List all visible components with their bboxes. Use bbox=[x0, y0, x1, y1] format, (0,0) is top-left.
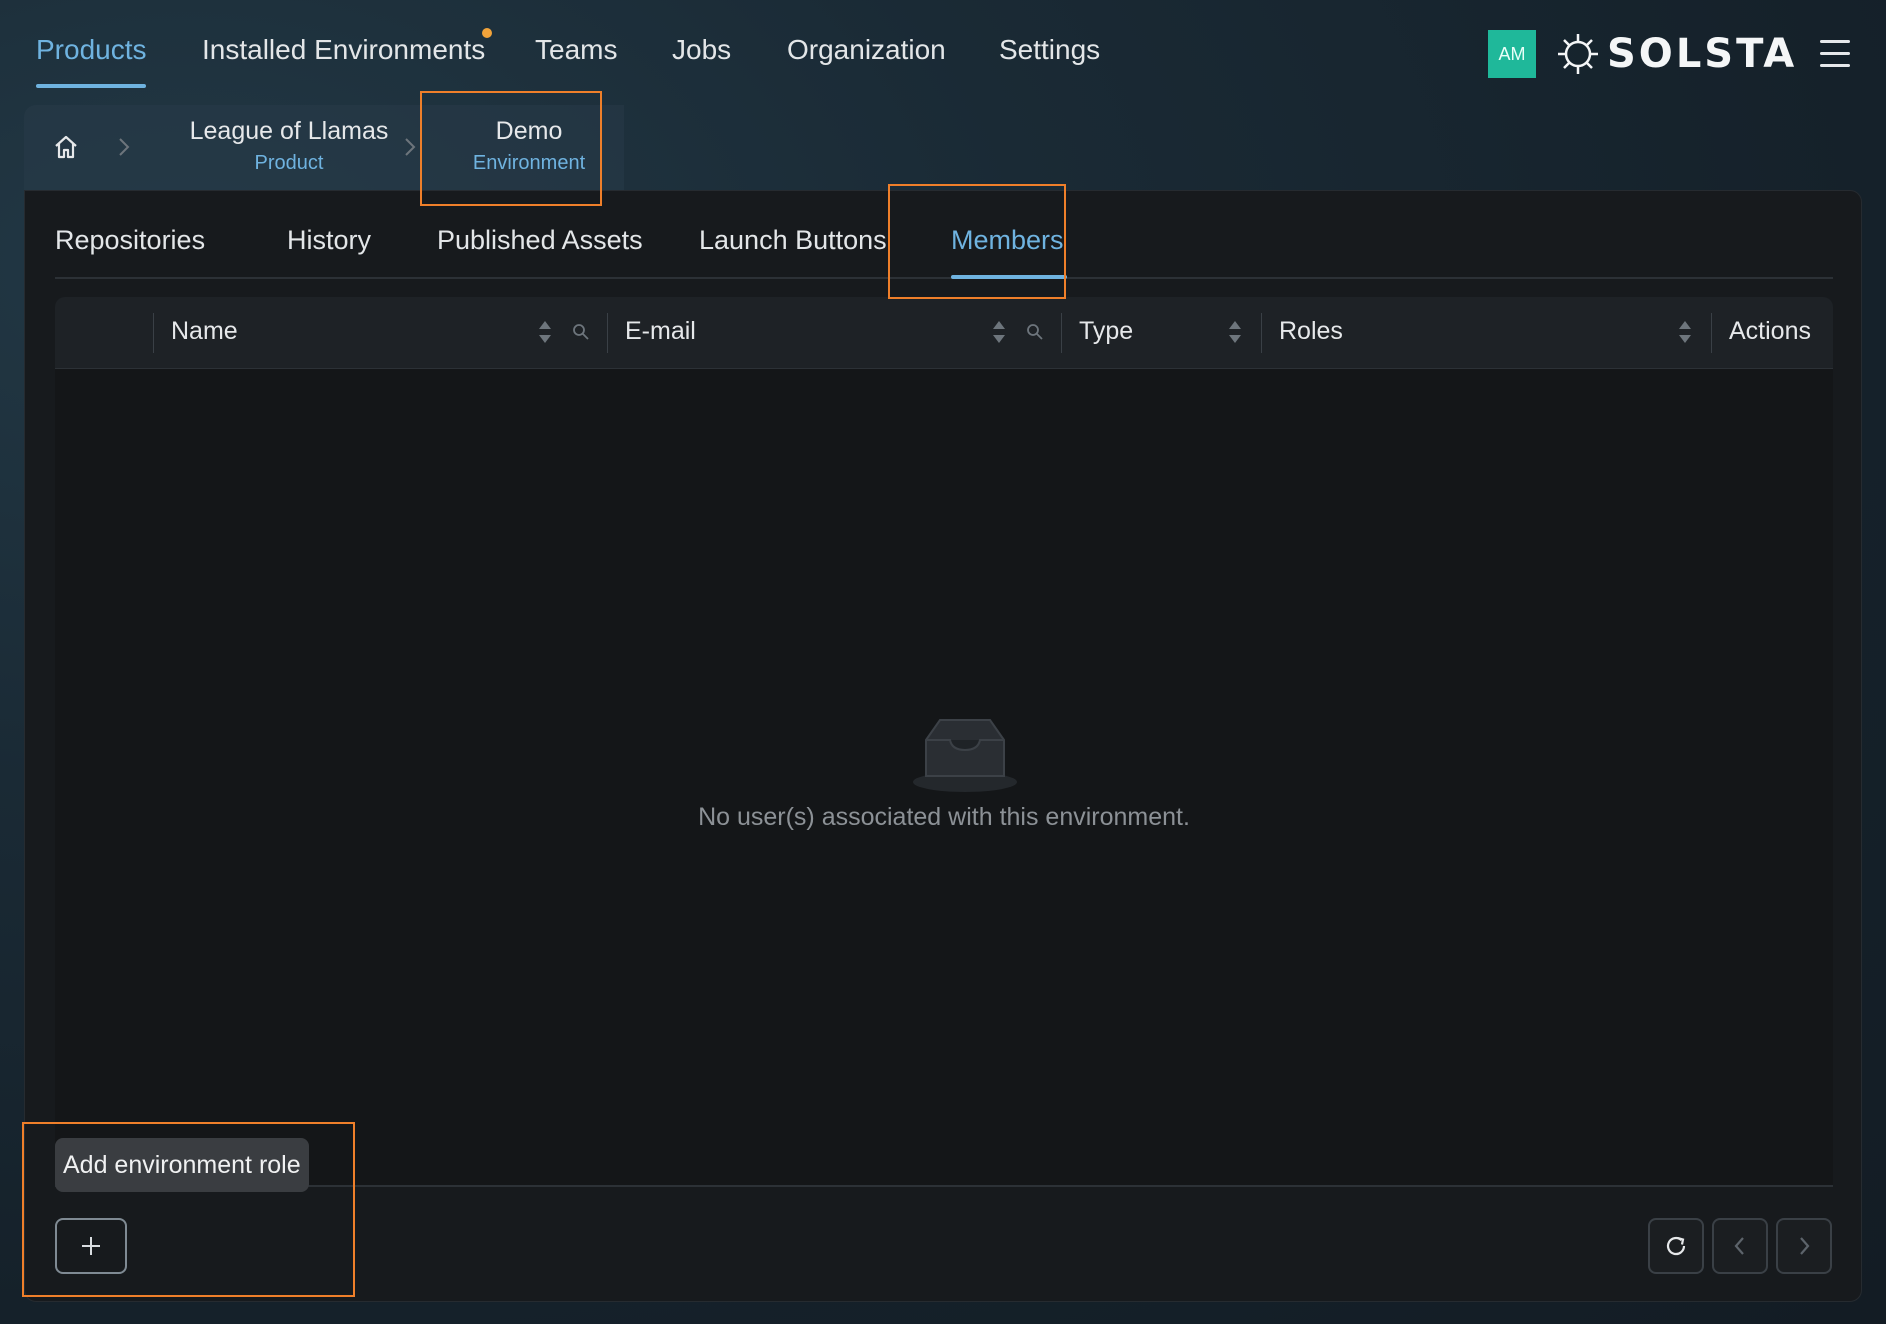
refresh-button[interactable] bbox=[1648, 1218, 1704, 1274]
table-header: Name E-mail Type Roles Actions bbox=[55, 297, 1833, 369]
nav-organization[interactable]: Organization bbox=[787, 34, 946, 66]
gear-logo-icon bbox=[1558, 34, 1598, 74]
home-icon[interactable] bbox=[52, 133, 80, 161]
breadcrumb-product-type: Product bbox=[254, 152, 324, 174]
column-email[interactable]: E-mail bbox=[625, 317, 696, 346]
top-nav: Products Installed Environments Teams Jo… bbox=[0, 0, 1886, 100]
chevron-right-icon bbox=[405, 138, 416, 156]
column-type[interactable]: Type bbox=[1079, 317, 1133, 346]
brand-logo: SOLSTA bbox=[1555, 28, 1797, 80]
sort-icon[interactable] bbox=[992, 319, 1006, 345]
breadcrumb-product[interactable]: League of Llamas Product bbox=[164, 117, 414, 175]
search-icon[interactable] bbox=[1026, 323, 1044, 341]
notification-dot bbox=[482, 28, 492, 38]
tab-published-assets[interactable]: Published Assets bbox=[437, 225, 643, 256]
refresh-icon bbox=[1666, 1236, 1686, 1256]
nav-products[interactable]: Products bbox=[36, 34, 147, 66]
tab-history[interactable]: History bbox=[287, 225, 371, 256]
nav-teams[interactable]: Teams bbox=[535, 34, 617, 66]
previous-page-button[interactable] bbox=[1712, 1218, 1768, 1274]
column-actions: Actions bbox=[1729, 317, 1811, 345]
brand-name: SOLSTA bbox=[1607, 31, 1798, 77]
highlight-box-environment bbox=[420, 91, 602, 206]
chevron-right-icon bbox=[119, 138, 130, 156]
highlight-box-add-role bbox=[22, 1122, 355, 1297]
sort-icon[interactable] bbox=[538, 319, 552, 345]
empty-state-message: No user(s) associated with this environm… bbox=[698, 803, 1190, 831]
chevron-right-icon bbox=[1800, 1237, 1810, 1255]
nav-settings[interactable]: Settings bbox=[999, 34, 1100, 66]
table-body: No user(s) associated with this environm… bbox=[55, 369, 1833, 1187]
column-name[interactable]: Name bbox=[171, 317, 238, 346]
nav-installed-environments[interactable]: Installed Environments bbox=[202, 34, 485, 66]
nav-active-indicator bbox=[36, 84, 146, 88]
breadcrumb-product-name: League of Llamas bbox=[189, 117, 389, 145]
user-avatar[interactable]: AM bbox=[1488, 30, 1536, 78]
empty-inbox-icon bbox=[913, 719, 1017, 792]
chevron-left-icon bbox=[1734, 1237, 1744, 1255]
sort-icon[interactable] bbox=[1228, 319, 1242, 345]
tab-repositories[interactable]: Repositories bbox=[55, 225, 205, 256]
hamburger-menu-icon[interactable] bbox=[1820, 40, 1850, 68]
search-icon[interactable] bbox=[572, 323, 590, 341]
sort-icon[interactable] bbox=[1678, 319, 1692, 345]
nav-jobs[interactable]: Jobs bbox=[672, 34, 731, 66]
tab-launch-buttons[interactable]: Launch Buttons bbox=[699, 225, 887, 256]
column-roles[interactable]: Roles bbox=[1279, 317, 1343, 346]
highlight-box-members-tab bbox=[888, 184, 1066, 299]
next-page-button[interactable] bbox=[1776, 1218, 1832, 1274]
